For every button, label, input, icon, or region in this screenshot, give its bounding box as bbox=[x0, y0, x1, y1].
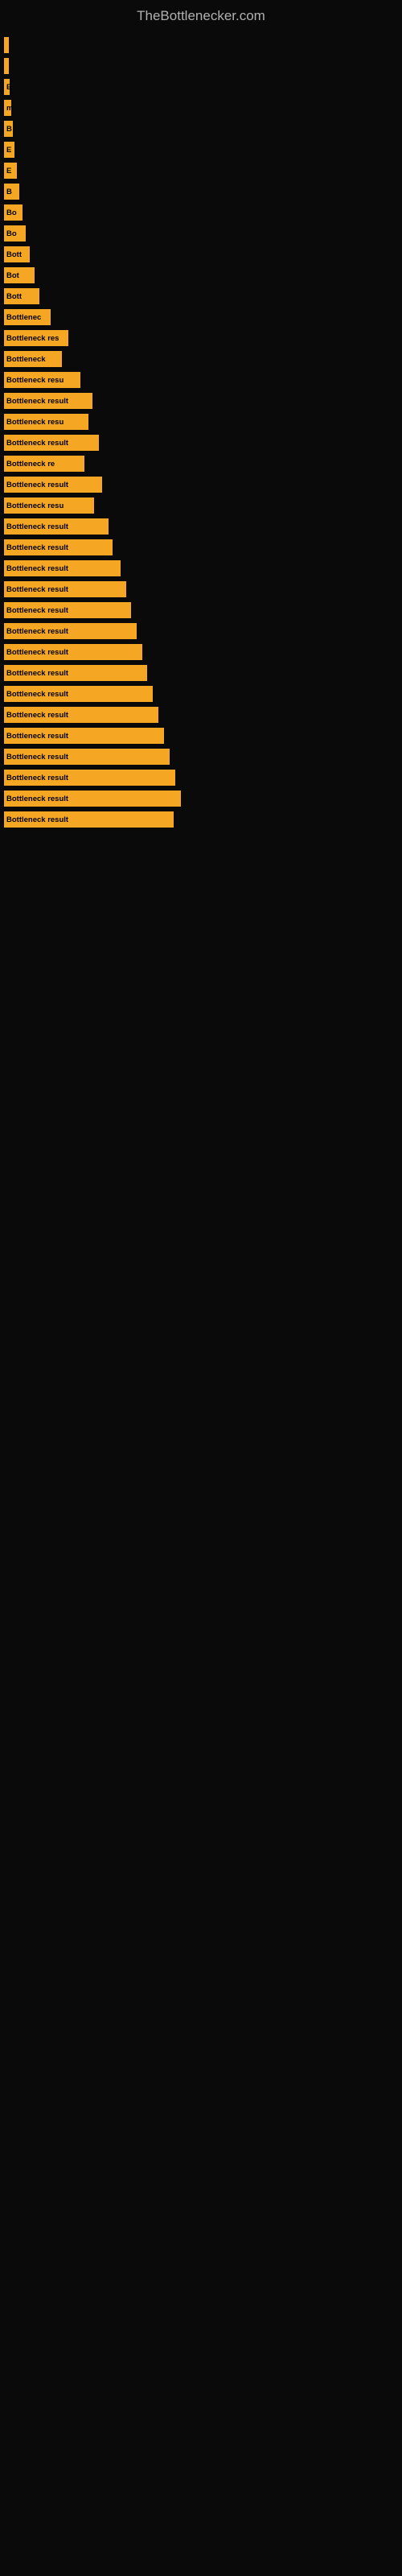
result-bar: Bottleneck resu bbox=[4, 414, 88, 430]
bar-row: E bbox=[4, 141, 398, 159]
chart-container: EmBEEBBoBoBottBotBottBottlenecBottleneck… bbox=[4, 36, 398, 828]
result-bar: B bbox=[4, 184, 19, 200]
result-bar: Bottleneck result bbox=[4, 749, 170, 765]
bar-row: B bbox=[4, 183, 398, 200]
bar-row: Bottleneck resu bbox=[4, 413, 398, 431]
bar-row: m bbox=[4, 99, 398, 117]
result-bar: B bbox=[4, 121, 13, 137]
title-bar: TheBottlenecker.com bbox=[0, 0, 402, 28]
result-bar: E bbox=[4, 142, 14, 158]
result-bar: Bottleneck result bbox=[4, 644, 142, 660]
bar-row: Bottleneck result bbox=[4, 664, 398, 682]
bar-row: Bottleneck result bbox=[4, 476, 398, 493]
bar-row: Bottleneck re bbox=[4, 455, 398, 473]
result-bar bbox=[4, 58, 9, 74]
result-bar: E bbox=[4, 163, 17, 179]
bar-row: Bottleneck result bbox=[4, 811, 398, 828]
bar-row: E bbox=[4, 162, 398, 180]
result-bar: Bottleneck resu bbox=[4, 372, 80, 388]
result-bar: Bottleneck result bbox=[4, 560, 121, 576]
bar-row: Bot bbox=[4, 266, 398, 284]
bar-row: E bbox=[4, 78, 398, 96]
result-bar: Bottleneck re bbox=[4, 456, 84, 472]
bar-row: Bo bbox=[4, 204, 398, 221]
bar-row: Bottlenec bbox=[4, 308, 398, 326]
result-bar: Bottleneck result bbox=[4, 393, 92, 409]
bar-row: Bottleneck bbox=[4, 350, 398, 368]
bar-row: Bottleneck result bbox=[4, 601, 398, 619]
result-bar: Bottleneck result bbox=[4, 707, 158, 723]
bar-row: Bottleneck result bbox=[4, 434, 398, 452]
bar-row: Bottleneck result bbox=[4, 685, 398, 703]
result-bar: Bo bbox=[4, 225, 26, 242]
result-bar: Bottleneck result bbox=[4, 539, 113, 555]
bar-row: Bott bbox=[4, 246, 398, 263]
bar-row: Bottleneck result bbox=[4, 622, 398, 640]
result-bar: Bottleneck result bbox=[4, 581, 126, 597]
bar-row: Bo bbox=[4, 225, 398, 242]
bar-row: B bbox=[4, 120, 398, 138]
bar-row: Bottleneck resu bbox=[4, 371, 398, 389]
bar-row bbox=[4, 36, 398, 54]
result-bar: Bottlenec bbox=[4, 309, 51, 325]
result-bar: Bottleneck result bbox=[4, 518, 109, 535]
result-bar: E bbox=[4, 79, 10, 95]
result-bar: Bottleneck result bbox=[4, 665, 147, 681]
bar-row: Bottleneck result bbox=[4, 559, 398, 577]
result-bar: Bottleneck result bbox=[4, 811, 174, 828]
result-bar: Bottleneck result bbox=[4, 623, 137, 639]
result-bar: Bot bbox=[4, 267, 35, 283]
result-bar: Bottleneck resu bbox=[4, 497, 94, 514]
bar-row: Bottleneck result bbox=[4, 769, 398, 786]
bar-row: Bottleneck result bbox=[4, 580, 398, 598]
bar-row: Bottleneck result bbox=[4, 790, 398, 807]
result-bar bbox=[4, 37, 9, 53]
bar-row: Bottleneck res bbox=[4, 329, 398, 347]
bar-row: Bottleneck result bbox=[4, 518, 398, 535]
bar-row bbox=[4, 57, 398, 75]
result-bar: Bottleneck bbox=[4, 351, 62, 367]
bar-row: Bottleneck resu bbox=[4, 497, 398, 514]
result-bar: Bottleneck result bbox=[4, 435, 99, 451]
result-bar: Bottleneck result bbox=[4, 770, 175, 786]
bar-row: Bottleneck result bbox=[4, 392, 398, 410]
bar-row: Bott bbox=[4, 287, 398, 305]
result-bar: Bottleneck result bbox=[4, 686, 153, 702]
result-bar: Bottleneck result bbox=[4, 602, 131, 618]
result-bar: Bottleneck res bbox=[4, 330, 68, 346]
bar-row: Bottleneck result bbox=[4, 727, 398, 745]
bar-row: Bottleneck result bbox=[4, 643, 398, 661]
result-bar: Bo bbox=[4, 204, 23, 221]
result-bar: m bbox=[4, 100, 11, 116]
result-bar: Bott bbox=[4, 288, 39, 304]
bar-row: Bottleneck result bbox=[4, 748, 398, 766]
result-bar: Bott bbox=[4, 246, 30, 262]
result-bar: Bottleneck result bbox=[4, 477, 102, 493]
page-wrapper: TheBottlenecker.com EmBEEBBoBoBottBotBot… bbox=[0, 0, 402, 848]
result-bar: Bottleneck result bbox=[4, 791, 181, 807]
bar-row: Bottleneck result bbox=[4, 539, 398, 556]
result-bar: Bottleneck result bbox=[4, 728, 164, 744]
bar-row: Bottleneck result bbox=[4, 706, 398, 724]
site-title: TheBottlenecker.com bbox=[137, 8, 265, 23]
